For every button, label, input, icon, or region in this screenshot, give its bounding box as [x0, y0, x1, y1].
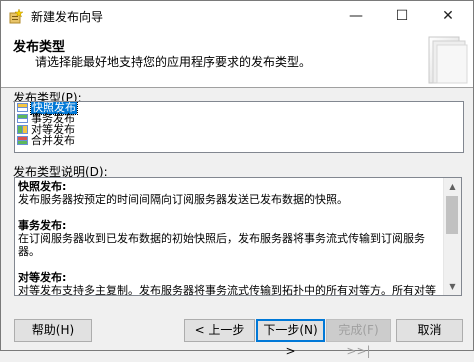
description-scrollbar[interactable]: ▲ ▼: [443, 178, 461, 295]
description-heading-transactional: 事务发布:: [18, 219, 67, 232]
list-item-transactional[interactable]: 事务发布: [15, 113, 463, 124]
peer-to-peer-publication-icon: [17, 125, 28, 134]
merge-publication-icon: [17, 136, 28, 145]
list-item-snapshot[interactable]: 快照发布: [15, 102, 463, 115]
page-subtitle: 请选择能最好地支持您的应用程序要求的发布类型。: [35, 55, 312, 69]
wizard-header-banner: 发布类型 请选择能最好地支持您的应用程序要求的发布类型。: [1, 31, 473, 88]
list-item-peer-to-peer[interactable]: 对等发布: [15, 124, 463, 135]
description-text: 快照发布: 发布服务器按预定的时间间隔向订阅服务器发送已发布数据的快照。 事务发…: [18, 180, 436, 296]
maximize-button[interactable]: ☐: [379, 1, 425, 31]
description-heading-snapshot: 快照发布:: [18, 180, 67, 193]
back-button[interactable]: < 上一步: [184, 319, 255, 342]
scroll-down-arrow-icon[interactable]: ▼: [444, 278, 461, 295]
publication-type-list[interactable]: 快照发布 事务发布 对等发布 合并发布: [14, 101, 464, 153]
finish-button[interactable]: 完成(F) >>|: [326, 319, 391, 358]
description-body-transactional: 在订阅服务器收到已发布数据的初始快照后，发布服务器将事务流式传输到订阅服务器。: [18, 232, 425, 258]
snapshot-publication-icon: [17, 103, 28, 112]
wizard-app-icon: [9, 8, 24, 24]
cancel-button[interactable]: 取消: [396, 319, 463, 342]
window-title: 新建发布向导: [31, 10, 104, 24]
transactional-publication-icon: [17, 114, 28, 123]
next-button[interactable]: 下一步(N) >: [256, 319, 325, 358]
scrollbar-thumb[interactable]: [446, 196, 458, 234]
description-body-snapshot: 发布服务器按预定的时间间隔向订阅服务器发送已发布数据的快照。: [18, 193, 348, 206]
description-body-peer-to-peer: 对等发布支持多主复制。发布服务器将事务流式传输到拓扑中的所有对等方。所有对等节点…: [18, 284, 436, 296]
description-heading-peer-to-peer: 对等发布:: [18, 271, 67, 284]
scroll-up-arrow-icon[interactable]: ▲: [444, 178, 461, 195]
help-button[interactable]: 帮助(H): [14, 319, 92, 342]
wizard-banner-graphic: [428, 36, 468, 84]
minimize-button[interactable]: —: [333, 1, 379, 31]
title-bar[interactable]: 新建发布向导 — ☐ ✕: [1, 1, 473, 31]
list-item-merge[interactable]: 合并发布: [15, 135, 463, 146]
close-button[interactable]: ✕: [425, 1, 471, 31]
list-item-label: 合并发布: [31, 134, 75, 147]
wizard-window: 新建发布向导 — ☐ ✕ 发布类型 请选择能最好地支持您的应用程序要求的发布类型…: [0, 0, 474, 358]
publication-type-description[interactable]: 快照发布: 发布服务器按预定的时间间隔向订阅服务器发送已发布数据的快照。 事务发…: [14, 177, 462, 296]
